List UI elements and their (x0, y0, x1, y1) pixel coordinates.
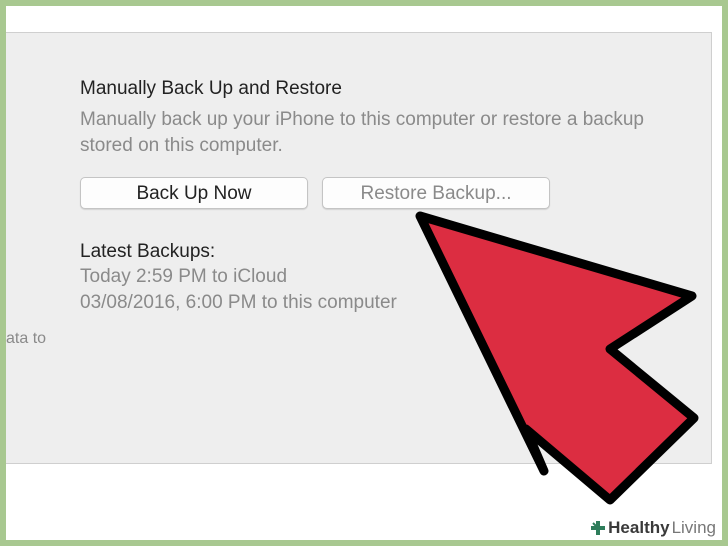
healthy-living-cross-icon (591, 521, 606, 535)
watermark-healthy: Healthy (608, 518, 670, 537)
watermark: Healthy Living (586, 516, 722, 540)
watermark-living: Living (671, 518, 716, 537)
arrow-shape (415, 211, 699, 505)
red-pointer-arrow-icon (415, 211, 699, 505)
screenshot-frame: Manually Back Up and Restore Manually ba… (6, 6, 722, 540)
